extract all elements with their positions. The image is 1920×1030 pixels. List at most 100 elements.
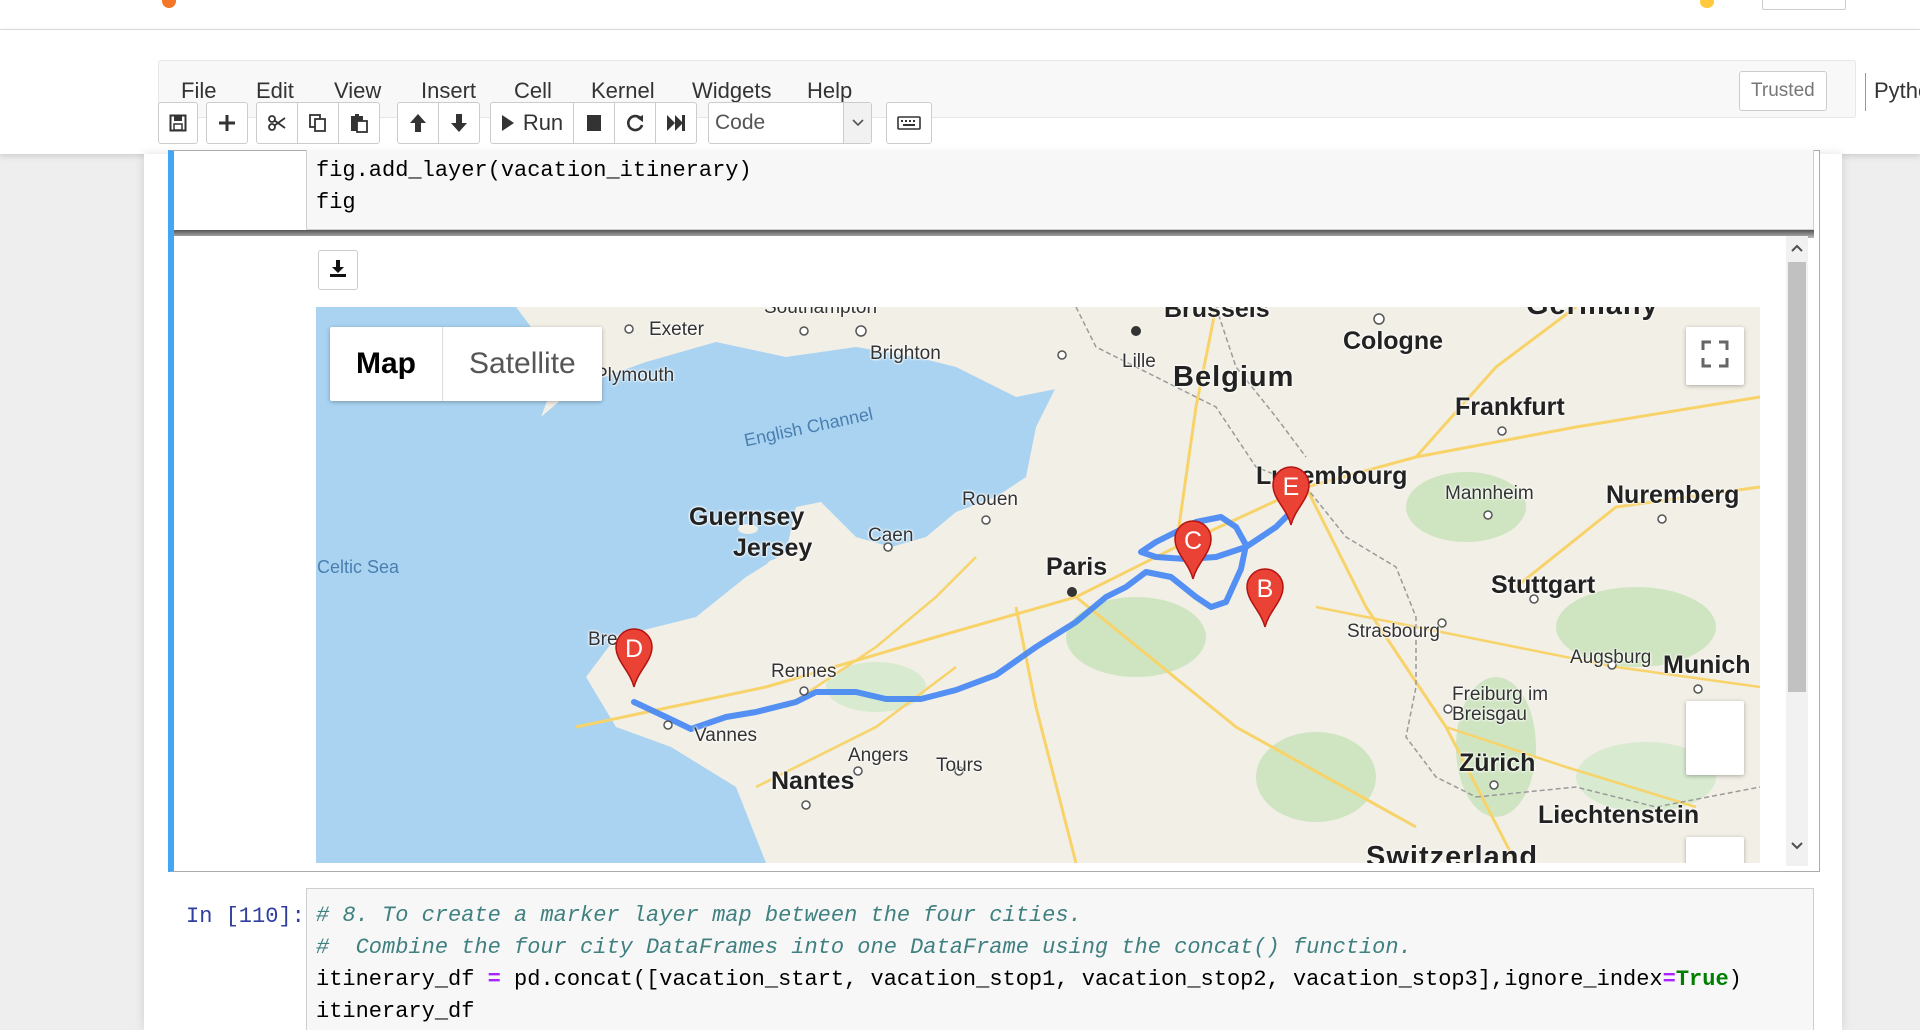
code-token: itinerary_df [316,967,488,992]
command-palette-button[interactable] [886,102,932,144]
marker-label: C [1183,527,1203,555]
fullscreen-button[interactable] [1686,327,1744,385]
kernel-divider [1865,73,1866,111]
map-label-cologne: Cologne [1343,327,1443,355]
code-keyword: True [1675,967,1729,992]
arrow-up-icon [409,113,427,133]
map-label-brussels: Brussels [1164,307,1270,323]
map-label-stuttgart: Stuttgart [1491,571,1596,599]
map-label-zurich: Zürich [1459,749,1536,777]
map-label-nuremberg: Nuremberg [1606,481,1740,509]
map-type-control: Map Satellite [330,327,602,401]
scroll-thumb[interactable] [1788,262,1806,692]
logout-button[interactable] [1762,0,1846,10]
map-label-rouen: Rouen [962,489,1018,510]
menu-kernel[interactable]: Kernel [591,78,655,104]
menu-view[interactable]: View [334,78,381,104]
map-label-caen: Caen [868,525,914,546]
marker-label: B [1256,575,1274,603]
map-label-southampton: Southampton [764,307,878,318]
insert-cell-button[interactable] [206,102,248,144]
map-label-lille: Lille [1122,351,1156,372]
cell-prompt: In [110]: [186,904,305,929]
map-label-angers: Angers [848,745,909,766]
save-button[interactable] [158,102,198,144]
menu-file[interactable]: File [181,78,216,104]
marker-label: D [624,635,644,663]
map-type-map[interactable]: Map [330,327,443,401]
code-token: ) [1728,967,1742,992]
code-operator: = [487,967,501,992]
code-operator: = [1662,967,1676,992]
code-comment: # 8. To create a marker layer map betwee… [316,903,1082,928]
python-icon [1700,0,1714,8]
menu-help[interactable]: Help [807,78,852,104]
map-marker[interactable]: B [1245,567,1285,629]
copy-icon [308,113,328,133]
menu-edit[interactable]: Edit [256,78,294,104]
plus-icon [218,114,236,132]
map-label-rennes: Rennes [771,661,837,682]
save-icon [169,114,187,132]
copy-button[interactable] [297,102,339,144]
code-line: itinerary_df [316,999,475,1024]
cut-button[interactable] [256,102,298,144]
map-marker[interactable]: C [1173,519,1213,581]
output-scrollbar[interactable] [1786,236,1808,866]
code-input-area[interactable]: fig.add_layer(vacation_itinerary) fig [306,150,1814,230]
jupyter-logo-icon[interactable] [162,0,176,8]
map-marker[interactable]: D [614,627,654,689]
map-label-plymouth: Plymouth [595,365,675,386]
code-input-area[interactable]: # 8. To create a marker layer map betwee… [306,888,1814,1030]
map-label-mannheim: Mannheim [1445,483,1534,504]
map-label-frankfurt: Frankfurt [1455,393,1565,421]
menu-widgets[interactable]: Widgets [692,78,771,104]
arrow-down-icon [450,113,468,133]
zoom-control[interactable] [1686,837,1744,863]
map-widget[interactable]: Southampton Brussels Germany Exeter Brig… [316,307,1760,863]
map-label-liechtenstein: Liechtenstein [1538,801,1700,829]
cell-type-select[interactable]: Code [708,102,872,144]
menu-cell[interactable]: Cell [514,78,552,104]
map-type-satellite[interactable]: Satellite [443,327,602,401]
map-label-guernsey: Guernsey [689,503,805,531]
menu-insert[interactable]: Insert [421,78,476,104]
run-icon [501,114,515,132]
cut-icon [267,113,287,133]
map-label-munich: Munich [1663,651,1751,679]
map-label-germany: Germany [1526,307,1659,322]
kernel-name[interactable]: PythonData [1874,78,1920,104]
trusted-indicator[interactable]: Trusted [1739,71,1827,111]
map-label-jersey: Jersey [733,534,813,562]
restart-run-all-button[interactable] [655,102,697,144]
paste-button[interactable] [338,102,380,144]
code-line: itinerary_df = pd.concat([vacation_start… [316,967,1742,992]
pegman-control[interactable] [1686,701,1744,775]
map-label-paris: Paris [1046,553,1108,581]
marker-label: E [1282,473,1300,501]
scroll-down-arrow-icon[interactable] [1786,836,1808,856]
chevron-down-icon [843,103,871,143]
map-label-strasbourg: Strasbourg [1347,621,1440,642]
map-label-nantes: Nantes [771,767,855,795]
map-label-exeter: Exeter [649,319,704,340]
move-down-button[interactable] [438,102,480,144]
map-marker[interactable]: E [1271,465,1311,527]
map-label-vannes: Vannes [694,725,758,746]
download-button[interactable] [318,250,358,290]
download-icon [328,258,348,283]
scroll-up-arrow-icon[interactable] [1786,238,1808,258]
map-label-celtic-sea: Celtic Sea [317,557,400,577]
map-label-brighton: Brighton [870,343,941,364]
run-button[interactable]: Run [490,102,574,144]
map-label-freiburg: Freiburg im Breisgau [1452,684,1549,725]
restart-button[interactable] [614,102,656,144]
map-label-tours: Tours [936,755,983,776]
move-up-button[interactable] [397,102,439,144]
map-label-belgium: Belgium [1173,361,1295,393]
interrupt-button[interactable] [573,102,615,144]
run-label: Run [522,110,564,135]
map-label-switzerland: Switzerland [1366,841,1539,863]
stop-icon [586,114,602,132]
cell-type-value: Code [715,111,766,134]
